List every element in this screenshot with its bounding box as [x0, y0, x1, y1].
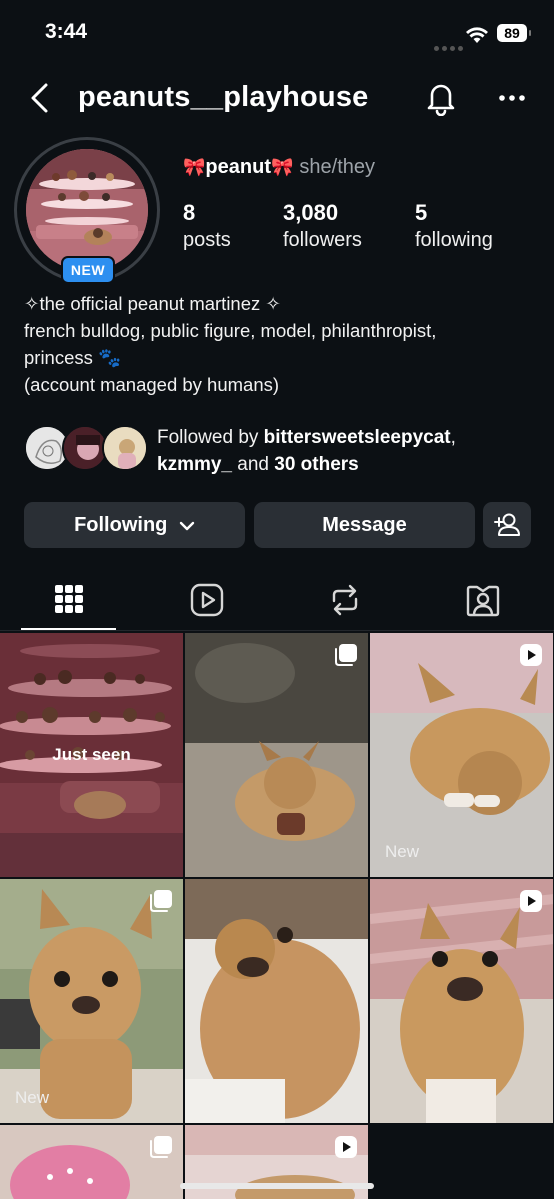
add-person-icon	[494, 513, 520, 536]
bio-line: (account managed by humans)	[24, 374, 280, 395]
wifi-icon	[466, 27, 488, 43]
new-post-label: New	[15, 1088, 50, 1107]
display-name-line: 🎀peanut🎀 she/they	[183, 156, 375, 179]
post-thumbnail	[0, 879, 183, 1123]
tab-posts-grid[interactable]	[0, 573, 138, 631]
profile-username: peanuts__playhouse	[78, 81, 369, 113]
tab-reposts[interactable]	[276, 573, 414, 631]
active-tab-indicator	[21, 628, 116, 630]
battery-icon: 89	[497, 24, 531, 42]
followed-by-text[interactable]: Followed by bittersweetsleepycat, kzmmy_…	[157, 424, 456, 478]
pronouns: she/they	[299, 156, 376, 178]
posts-label: posts	[183, 229, 231, 251]
mutual-user-link[interactable]: bittersweetsleepycat	[264, 427, 451, 448]
suggested-users-button[interactable]	[483, 502, 531, 548]
display-name: peanut	[205, 156, 271, 178]
just-seen-label: Just seen	[52, 745, 131, 764]
tagged-icon	[466, 585, 500, 617]
post-thumbnail	[185, 633, 368, 877]
message-button-label: Message	[322, 514, 407, 536]
bow-emoji-2: 🎀	[270, 157, 294, 177]
mutual-user-link[interactable]: kzmmy_	[157, 454, 232, 475]
followed-by-and: and	[232, 454, 275, 475]
bio-line: princess 🐾	[24, 347, 122, 368]
following-button[interactable]: Following	[24, 502, 245, 548]
avatar	[26, 149, 148, 271]
new-story-badge: NEW	[61, 256, 115, 284]
following-button-label: Following	[74, 514, 168, 536]
followers-stat[interactable]: 3,080 followers	[283, 200, 362, 252]
grid-post[interactable]	[0, 1125, 183, 1199]
reel-play-icon	[335, 1136, 357, 1158]
message-button[interactable]: Message	[254, 502, 475, 548]
mutual-avatar	[102, 425, 148, 471]
reposts-icon	[332, 584, 358, 616]
profile-bio: ✧the official peanut martinez ✧ french b…	[24, 290, 544, 398]
post-thumbnail	[370, 633, 553, 877]
bow-emoji: 🎀	[183, 157, 206, 177]
status-bar: 3:44 89	[0, 0, 554, 70]
followed-by-comma: ,	[450, 427, 456, 448]
reel-play-icon	[520, 644, 542, 666]
profile-tabs	[0, 573, 554, 631]
others-link[interactable]: 30 others	[274, 454, 358, 475]
notification-bell-icon[interactable]	[424, 80, 458, 116]
back-arrow-icon[interactable]	[28, 82, 52, 114]
bio-line: french bulldog, public figure, model, ph…	[24, 320, 437, 341]
grid-post[interactable]	[185, 633, 368, 877]
chevron-down-icon	[179, 521, 195, 530]
tab-reels[interactable]	[138, 573, 276, 631]
new-post-label: New	[385, 842, 420, 861]
multiple-photos-icon	[150, 890, 172, 912]
grid-post[interactable]: Just seen	[0, 633, 183, 877]
following-count: 5	[415, 200, 428, 225]
followers-count: 3,080	[283, 200, 339, 225]
reel-play-icon	[520, 890, 542, 912]
followed-by-prefix: Followed by	[157, 427, 264, 448]
reels-icon	[190, 583, 224, 617]
status-time: 3:44	[45, 20, 88, 43]
multiple-photos-icon	[150, 1136, 172, 1158]
tabs-divider	[0, 630, 554, 631]
tab-tagged[interactable]	[414, 573, 552, 631]
home-indicator[interactable]	[180, 1183, 374, 1189]
grid-post[interactable]	[185, 879, 368, 1123]
following-label: following	[415, 229, 493, 251]
bio-line: ✧the official peanut martinez ✧	[24, 293, 281, 314]
posts-stat[interactable]: 8 posts	[183, 200, 231, 252]
posts-count: 8	[183, 200, 196, 225]
following-stat[interactable]: 5 following	[415, 200, 493, 252]
grid-post[interactable]: New	[370, 633, 553, 877]
multiple-photos-icon	[335, 644, 357, 666]
post-thumbnail	[370, 879, 553, 1123]
profile-header: peanuts__playhouse	[0, 72, 554, 124]
post-thumbnail	[185, 879, 368, 1123]
grid-post[interactable]	[370, 879, 553, 1123]
more-options-icon[interactable]	[498, 84, 526, 112]
grid-post[interactable]: New	[0, 879, 183, 1123]
grid-icon	[55, 585, 83, 613]
cellular-signal-icon	[434, 38, 466, 56]
followers-label: followers	[283, 229, 362, 251]
